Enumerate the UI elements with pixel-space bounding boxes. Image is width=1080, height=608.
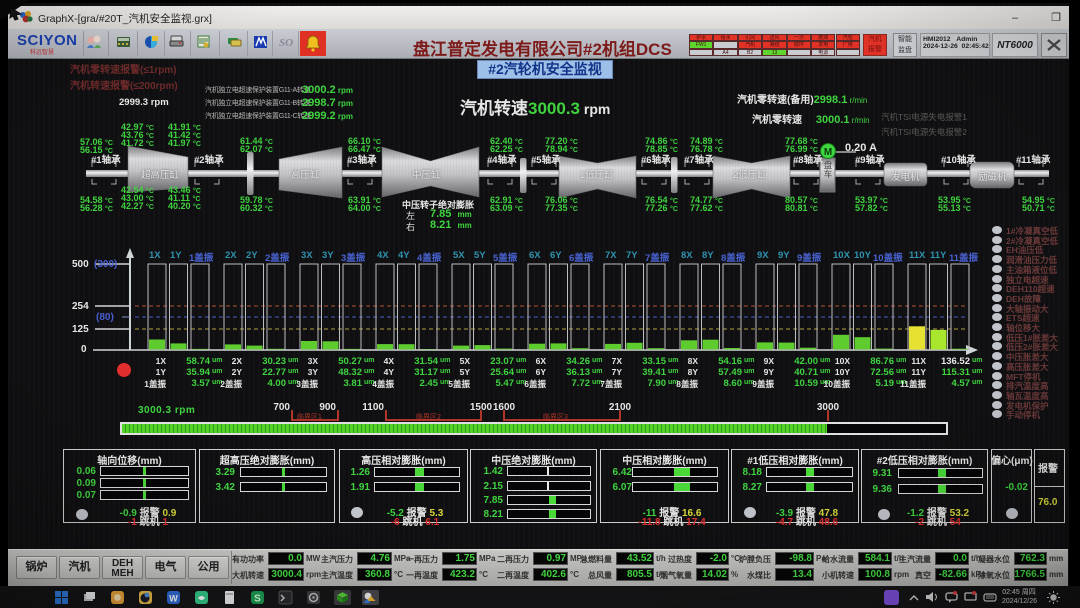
svg-text:S: S bbox=[254, 594, 261, 605]
svg-text:W: W bbox=[169, 594, 178, 604]
